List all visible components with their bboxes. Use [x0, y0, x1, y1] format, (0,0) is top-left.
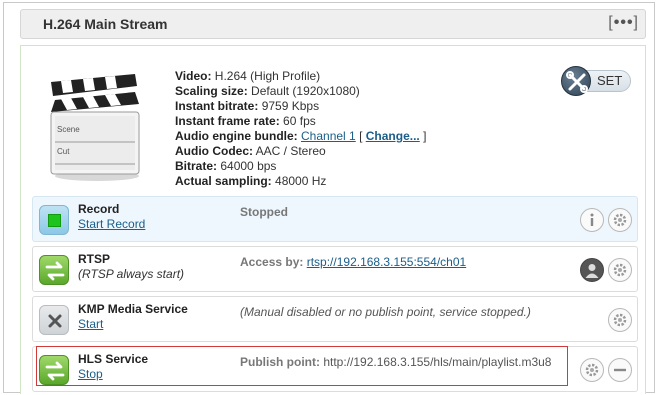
close-icon: [39, 305, 69, 335]
more-dots-icon: •••: [613, 14, 634, 31]
record-icon: [39, 205, 69, 235]
service-name: Record: [78, 202, 120, 216]
gear-icon[interactable]: [608, 258, 632, 282]
set-label: SET: [597, 73, 623, 88]
channel-link[interactable]: Channel 1: [301, 129, 356, 143]
info-audio-codec: Audio Codec: AAC / Stereo: [175, 144, 326, 158]
service-row-record: Record Start Record Stopped: [32, 196, 638, 242]
info-bitrate: Bitrate: 64000 bps: [175, 159, 277, 173]
gear-icon[interactable]: [608, 308, 632, 332]
info-icon[interactable]: [580, 208, 604, 232]
card-header: H.264 Main Stream [•••]: [20, 9, 646, 39]
stream-card: H.264 Main Stream [•••] Scene Cut Video:…: [3, 2, 655, 394]
hls-stop-link[interactable]: Stop: [78, 367, 103, 381]
rtsp-note: (RTSP always start): [78, 267, 185, 281]
info-video: Video: H.264 (High Profile): [175, 69, 321, 83]
service-row-kmp: KMP Media Service Start (Manual disabled…: [32, 296, 638, 342]
service-name: RTSP: [78, 252, 111, 266]
menu-bracket-right: ]: [633, 14, 639, 31]
info-frame-rate: Instant frame rate: 60 fps: [175, 114, 316, 128]
arrows-icon: [39, 355, 69, 385]
more-menu-button[interactable]: [•••]: [608, 14, 639, 32]
info-scaling: Scaling size: Default (1920x1080): [175, 84, 360, 98]
change-link[interactable]: Change...: [366, 129, 420, 143]
rtsp-status: Access by: rtsp://192.168.3.155:554/ch01: [240, 255, 467, 269]
service-row-hls: HLS Service Stop Publish point: http://1…: [32, 346, 638, 392]
service-name: HLS Service: [78, 352, 149, 366]
service-row-rtsp: RTSP (RTSP always start) Access by: rtsp…: [32, 246, 638, 292]
user-icon[interactable]: [580, 258, 604, 282]
hls-status: Publish point: http://192.168.3.155/hls/…: [240, 355, 552, 369]
record-status: Stopped: [240, 205, 288, 219]
set-button[interactable]: SET: [561, 66, 633, 96]
stream-info: Video: H.264 (High Profile) Scaling size…: [175, 69, 426, 189]
gear-icon[interactable]: [608, 208, 632, 232]
info-audio-bundle: Audio engine bundle: Channel 1 [ Change.…: [175, 129, 427, 143]
service-name: KMP Media Service: [78, 302, 188, 316]
kmp-status: (Manual disabled or no publish point, se…: [240, 305, 531, 319]
stream-panel: Scene Cut Video: H.264 (High Profile) Sc…: [20, 45, 646, 394]
stream-title: H.264 Main Stream: [43, 16, 168, 32]
info-instant-bitrate: Instant bitrate: 9759 Kbps: [175, 99, 320, 113]
info-sampling: Actual sampling: 48000 Hz: [175, 174, 327, 188]
clapper-scene-label: Scene: [57, 125, 80, 134]
rtsp-url-link[interactable]: rtsp://192.168.3.155:554/ch01: [307, 255, 466, 269]
minus-icon[interactable]: [608, 358, 632, 382]
kmp-start-link[interactable]: Start: [78, 317, 103, 331]
start-record-link[interactable]: Start Record: [78, 217, 145, 231]
tools-icon: [561, 66, 591, 96]
clapper-cut-label: Cut: [57, 147, 70, 156]
arrows-icon: [39, 255, 69, 285]
gear-icon[interactable]: [580, 358, 604, 382]
